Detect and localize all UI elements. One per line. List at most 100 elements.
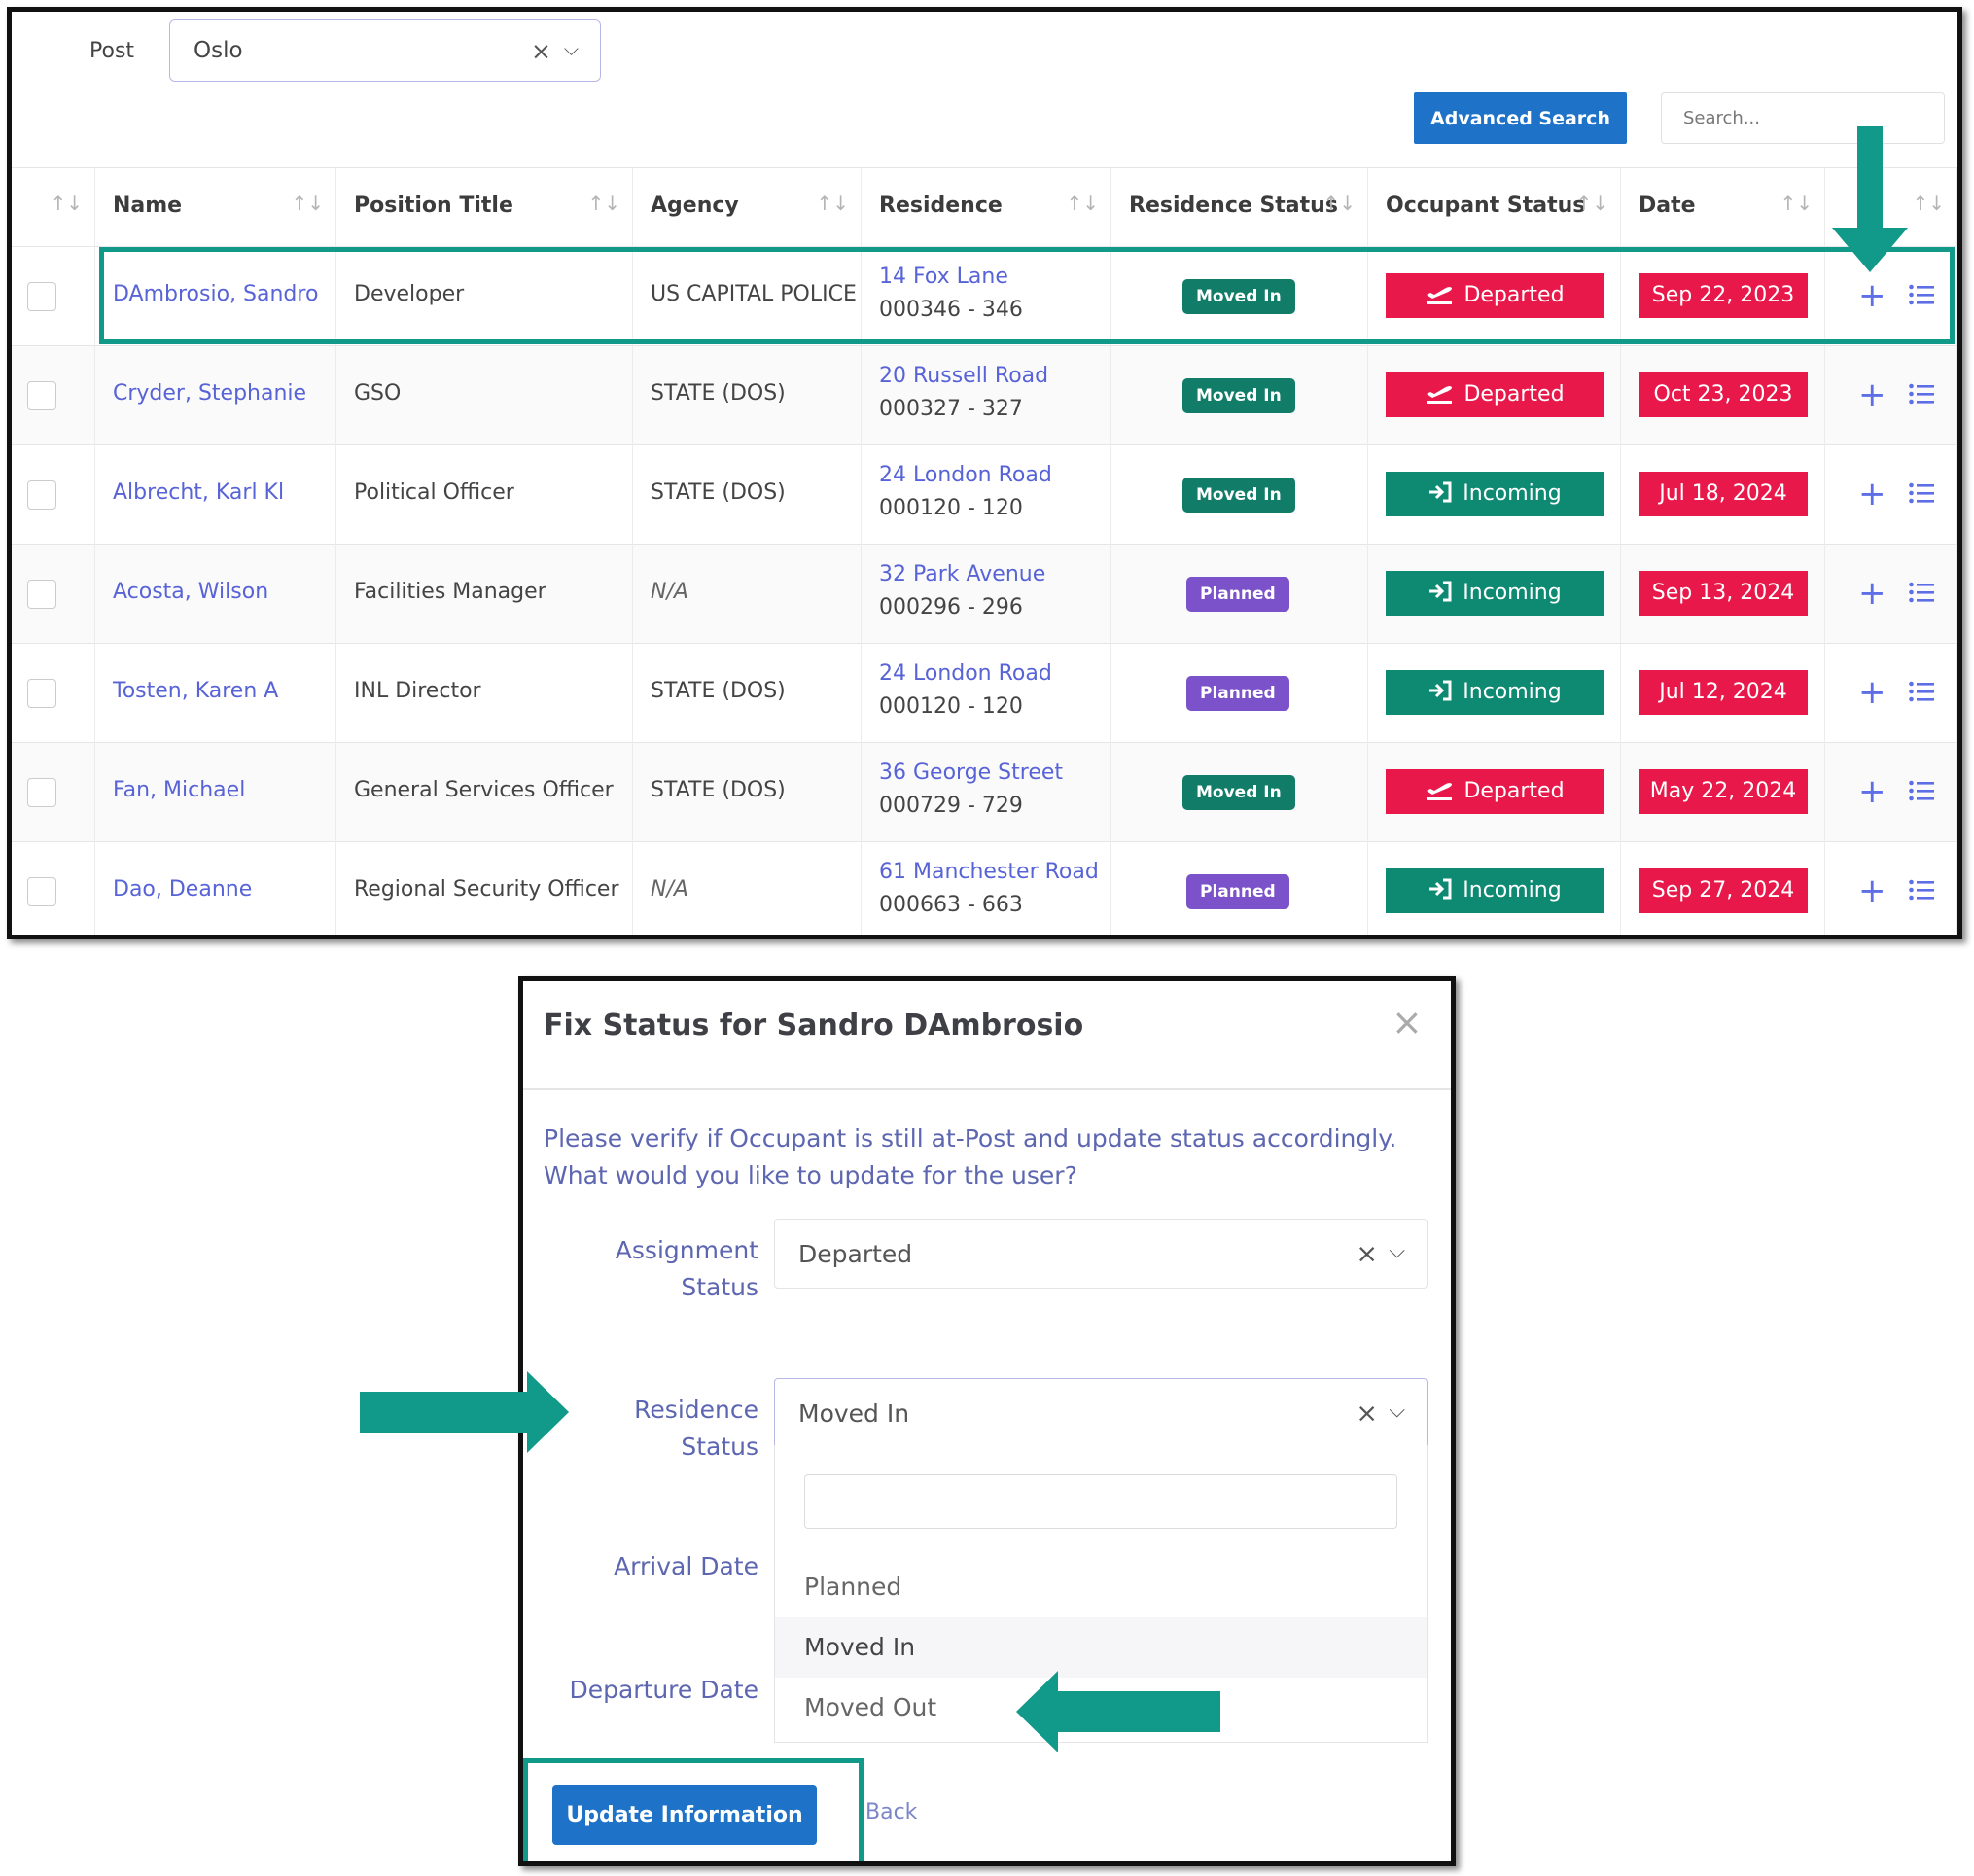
- column-header-residence-status[interactable]: Residence Status ↑↓: [1111, 168, 1368, 248]
- row-checkbox[interactable]: [27, 778, 56, 807]
- sign-in-icon: [1429, 878, 1452, 900]
- row-checkbox[interactable]: [27, 282, 56, 311]
- chevron-down-icon[interactable]: ⌵: [1389, 1398, 1405, 1423]
- table-cell-agency: STATE (DOS): [633, 644, 862, 743]
- table-cell-actions: +: [1825, 445, 1957, 545]
- plus-icon[interactable]: +: [1858, 572, 1886, 615]
- date-badge: Jul 18, 2024: [1639, 472, 1808, 516]
- sort-icon[interactable]: ↑↓: [1575, 192, 1608, 215]
- sort-icon[interactable]: ↑↓: [816, 192, 849, 215]
- occupant-name-link[interactable]: Dao, Deanne: [113, 877, 252, 902]
- residence-status-select[interactable]: Moved In × ⌵: [774, 1378, 1428, 1448]
- plus-icon[interactable]: +: [1858, 671, 1886, 714]
- occupant-name-link[interactable]: Tosten, Karen A: [113, 679, 278, 703]
- occupant-name-link[interactable]: Cryder, Stephanie: [113, 381, 306, 406]
- column-header-residence[interactable]: Residence ↑↓: [862, 168, 1111, 248]
- plus-icon[interactable]: +: [1858, 373, 1886, 416]
- update-information-button[interactable]: Update Information: [552, 1785, 817, 1845]
- chevron-down-icon[interactable]: ⌵: [1389, 1239, 1405, 1263]
- residence-code: 000120 - 120: [879, 694, 1023, 719]
- residence-link[interactable]: 24 London Road: [879, 463, 1052, 487]
- plus-icon[interactable]: +: [1858, 869, 1886, 912]
- list-icon[interactable]: [1909, 580, 1934, 605]
- table-cell-residence-status: Planned: [1111, 644, 1368, 743]
- column-header-label: Name: [113, 194, 183, 218]
- table-row: Albrecht, Karl Kl Political Officer STATE …: [12, 445, 1957, 545]
- table-cell-position-title: Political Officer: [336, 445, 633, 545]
- column-header-select-all[interactable]: ↑↓: [12, 168, 95, 248]
- close-icon[interactable]: ×: [1392, 1001, 1423, 1044]
- modal-title: Fix Status for Sandro DAmbrosio: [544, 1009, 1084, 1043]
- residence-status-label: Residence Status: [564, 1392, 758, 1466]
- post-select[interactable]: Oslo × ⌵: [169, 19, 601, 82]
- row-checkbox[interactable]: [27, 877, 56, 906]
- column-header-name[interactable]: Name ↑↓: [95, 168, 336, 248]
- advanced-search-button[interactable]: Advanced Search: [1414, 92, 1627, 144]
- occupant-status-badge: Departed: [1386, 769, 1604, 814]
- table-cell-residence: 24 London Road 000120 - 120: [862, 445, 1111, 545]
- modal-divider: [523, 1088, 1451, 1090]
- occupant-status-text: Departed: [1463, 779, 1565, 803]
- residence-link[interactable]: 24 London Road: [879, 661, 1052, 686]
- sort-icon[interactable]: ↑↓: [1322, 192, 1356, 215]
- sort-icon[interactable]: ↑↓: [1066, 192, 1099, 215]
- dropdown-option-planned[interactable]: Planned: [775, 1557, 1427, 1617]
- table-cell-actions: +: [1825, 743, 1957, 842]
- row-checkbox[interactable]: [27, 679, 56, 708]
- plane-departure-icon: [1427, 386, 1453, 404]
- residence-link[interactable]: 36 George Street: [879, 761, 1063, 785]
- row-checkbox[interactable]: [27, 580, 56, 609]
- table-cell-residence-status: Planned: [1111, 545, 1368, 644]
- column-header-position-title[interactable]: Position Title ↑↓: [336, 168, 633, 248]
- residence-status-badge: Planned: [1186, 874, 1289, 909]
- dropdown-option-moved-in[interactable]: Moved In: [775, 1617, 1427, 1678]
- list-icon[interactable]: [1909, 778, 1934, 803]
- occupant-name-link[interactable]: Albrecht, Karl Kl: [113, 480, 284, 505]
- table-header: ↑↓ Name ↑↓ Position Title ↑↓ Agency ↑↓ Residenc…: [12, 167, 1957, 248]
- table-row: Dao, Deanne Regional Security Officer N/A 6…: [12, 842, 1957, 935]
- table-cell-agency: STATE (DOS): [633, 743, 862, 842]
- teal-arrow-icon: [1832, 126, 1908, 272]
- assignment-status-select[interactable]: Departed × ⌵: [774, 1219, 1428, 1289]
- list-icon[interactable]: [1909, 282, 1934, 307]
- occupant-status-badge: Incoming: [1386, 868, 1604, 913]
- column-header-occupant-status[interactable]: Occupant Status ↑↓: [1368, 168, 1621, 248]
- sort-icon[interactable]: ↑↓: [291, 192, 324, 215]
- residence-link[interactable]: 61 Manchester Road: [879, 860, 1099, 884]
- row-checkbox[interactable]: [27, 480, 56, 510]
- list-icon[interactable]: [1909, 381, 1934, 407]
- list-icon[interactable]: [1909, 877, 1934, 903]
- sort-icon[interactable]: ↑↓: [587, 192, 620, 215]
- dropdown-search-input[interactable]: [804, 1474, 1397, 1529]
- residence-link[interactable]: 14 Fox Lane: [879, 265, 1008, 289]
- occupant-name-link[interactable]: DAmbrosio, Sandro: [113, 282, 318, 306]
- plus-icon[interactable]: +: [1858, 770, 1886, 813]
- table-cell-residence-status: Moved In: [1111, 247, 1368, 346]
- sort-icon[interactable]: ↑↓: [1780, 192, 1813, 215]
- sort-icon[interactable]: ↑↓: [1912, 192, 1945, 215]
- plus-icon[interactable]: +: [1858, 274, 1886, 317]
- occupant-name-link[interactable]: Acosta, Wilson: [113, 580, 268, 604]
- occupants-table-panel: Post Oslo × ⌵ Advanced Search ↑↓Name↑↓Po…: [7, 7, 1962, 939]
- table-row: Acosta, Wilson Facilities Manager N/A 32 Pa…: [12, 545, 1957, 644]
- table-cell-residence-status: Planned: [1111, 842, 1368, 935]
- clear-icon[interactable]: ×: [1356, 1239, 1378, 1269]
- chevron-down-icon[interactable]: ⌵: [564, 37, 579, 60]
- clear-icon[interactable]: ×: [1356, 1398, 1378, 1429]
- clear-icon[interactable]: ×: [531, 37, 551, 65]
- teal-arrow-icon: [1016, 1671, 1220, 1752]
- list-icon[interactable]: [1909, 679, 1934, 704]
- residence-link[interactable]: 32 Park Avenue: [879, 562, 1045, 586]
- residence-code: 000729 - 729: [879, 794, 1023, 818]
- column-header-date[interactable]: Date ↑↓: [1621, 168, 1825, 248]
- sort-icon[interactable]: ↑↓: [50, 192, 83, 215]
- residence-link[interactable]: 20 Russell Road: [879, 364, 1048, 388]
- column-header-agency[interactable]: Agency ↑↓: [633, 168, 862, 248]
- row-checkbox[interactable]: [27, 381, 56, 410]
- occupant-status-text: Departed: [1463, 382, 1565, 407]
- list-icon[interactable]: [1909, 480, 1934, 506]
- back-link[interactable]: Back: [865, 1800, 917, 1824]
- table-cell-actions: +: [1825, 346, 1957, 445]
- plus-icon[interactable]: +: [1858, 473, 1886, 515]
- occupant-name-link[interactable]: Fan, Michael: [113, 778, 245, 802]
